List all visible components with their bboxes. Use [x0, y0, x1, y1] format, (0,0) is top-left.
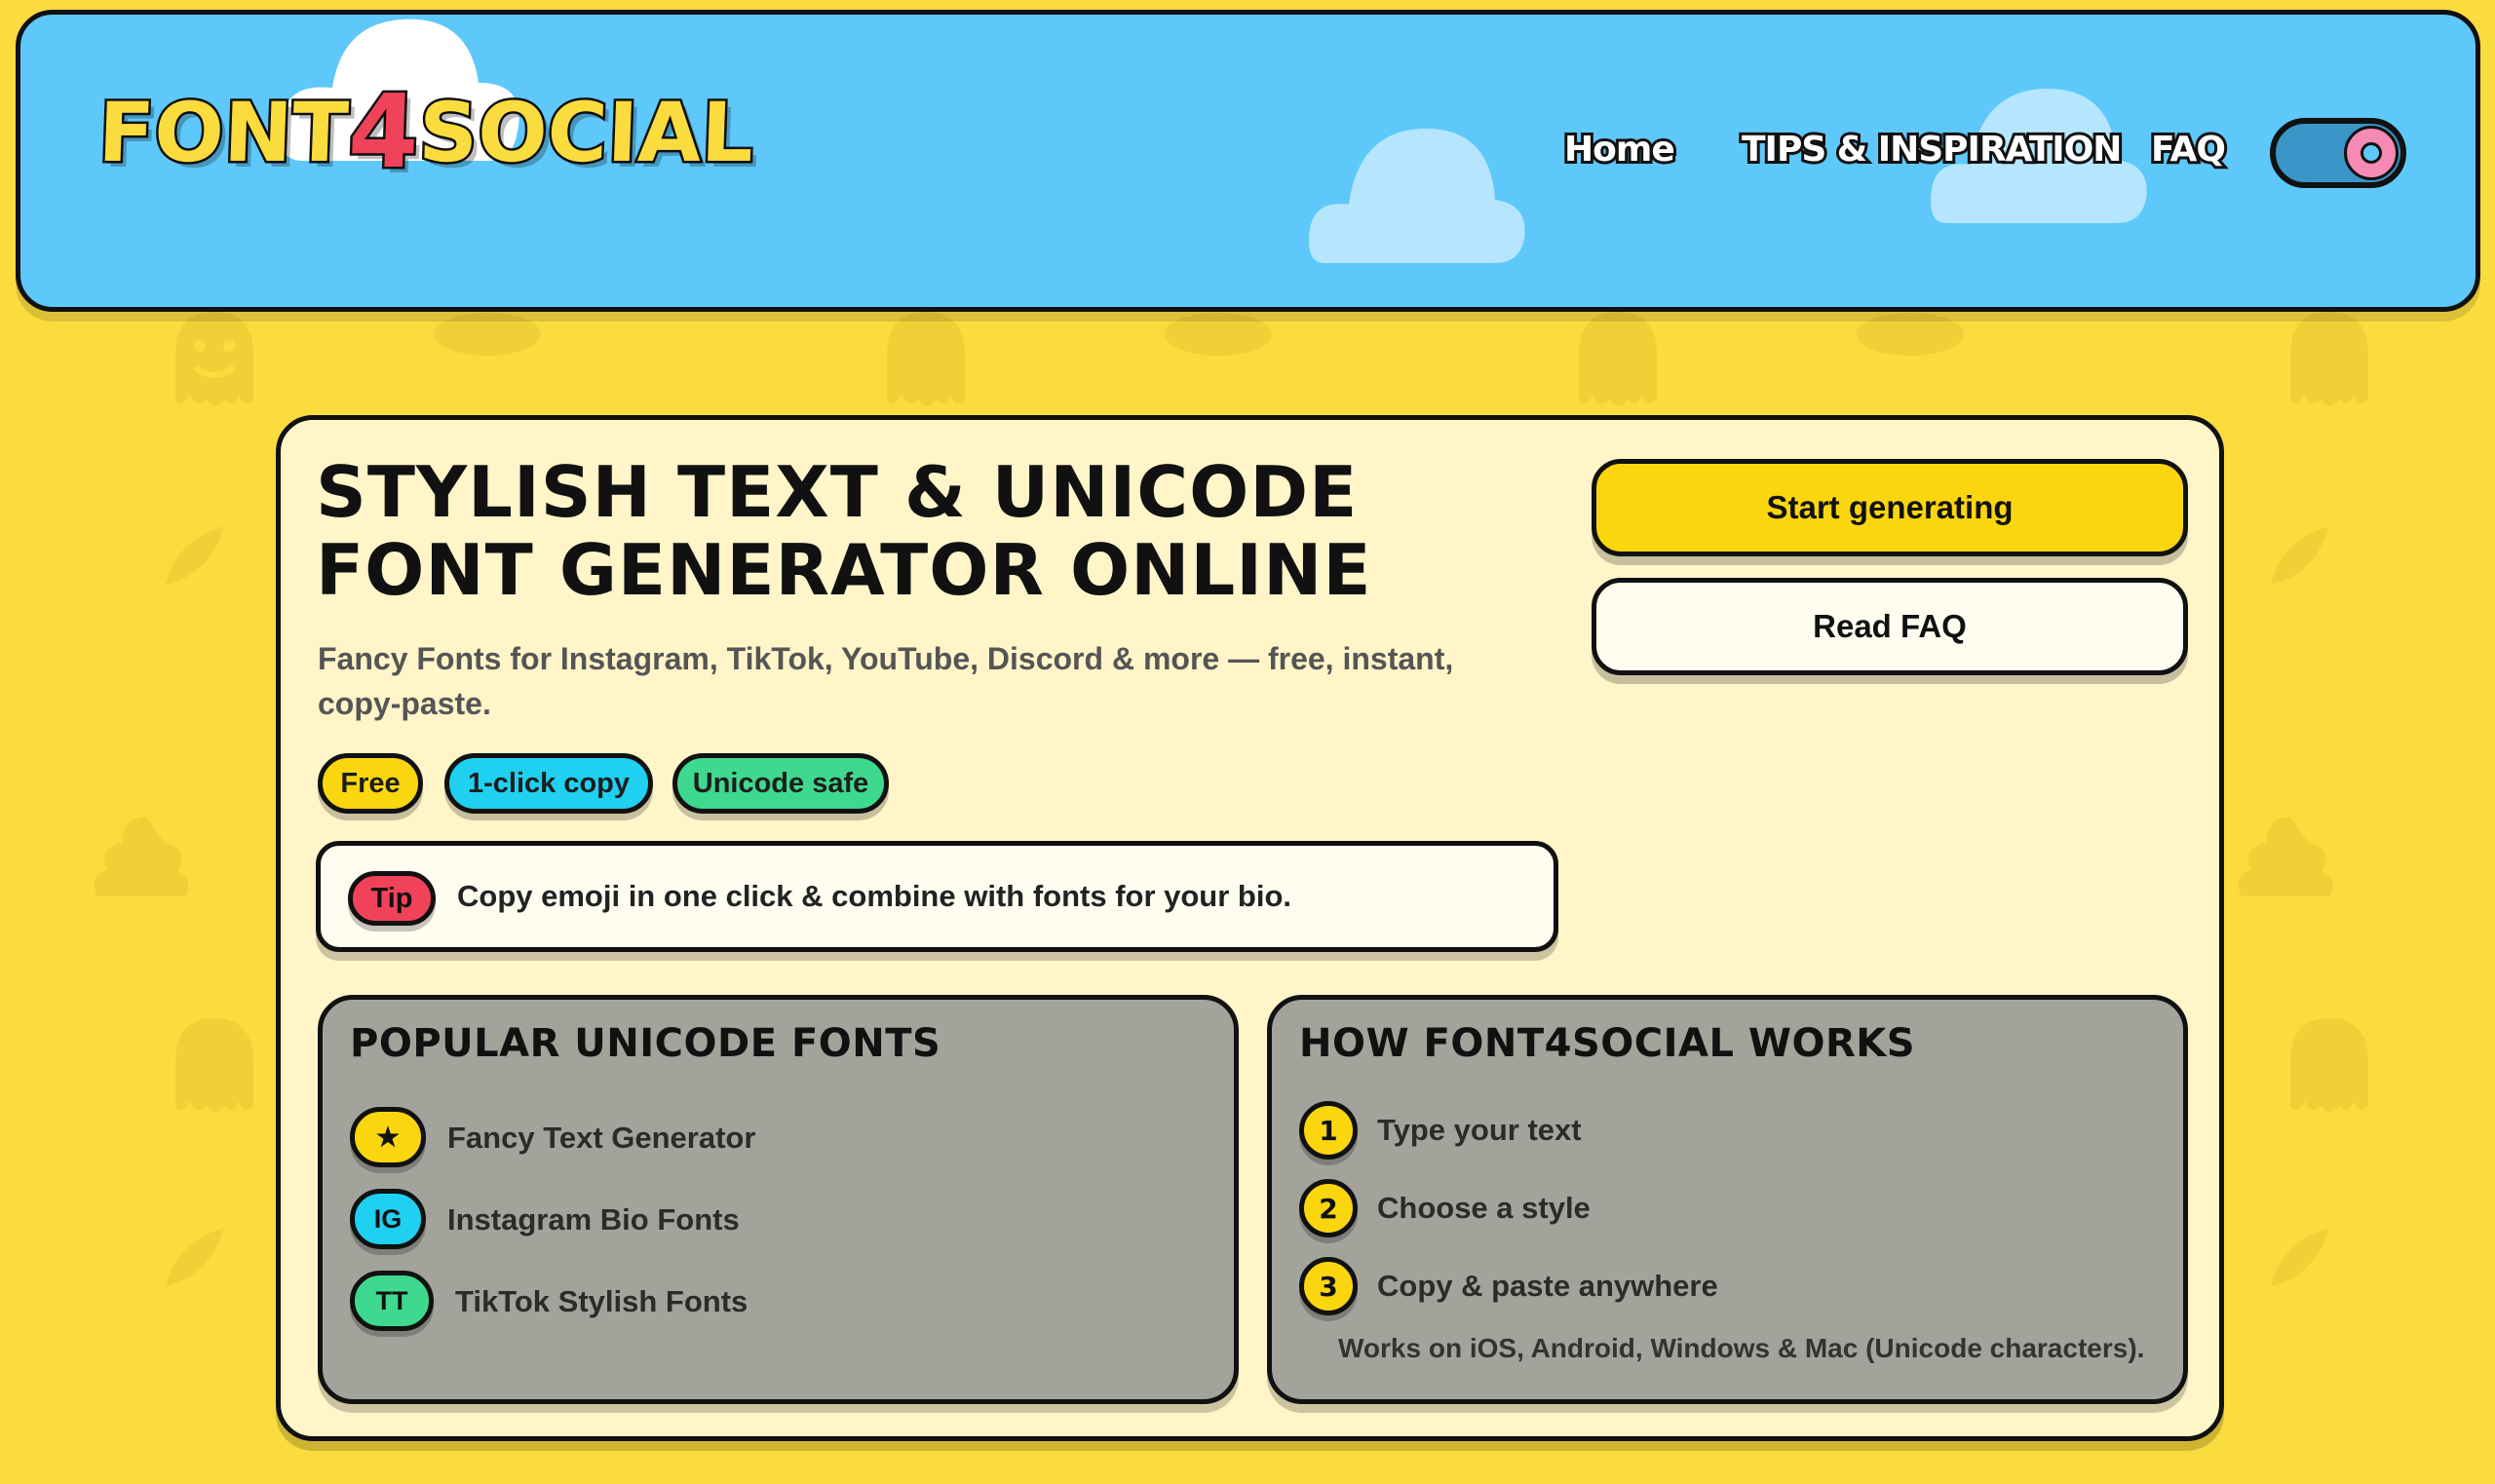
pill-one-click-copy: 1-click copy [444, 753, 653, 814]
tip-badge: Tip [348, 871, 436, 926]
tiktok-icon: TT [350, 1271, 434, 1331]
pill-unicode-safe: Unicode safe [672, 753, 889, 814]
nav-tips-inspiration[interactable]: TIPS & INSPIRATION [1739, 127, 2125, 172]
list-item[interactable]: ★ Fancy Text Generator [350, 1107, 1130, 1175]
hero-card: STYLISH TEXT & UNICODE FONT GENERATOR ON… [276, 415, 2224, 1441]
step-item: 2 Choose a style [1299, 1179, 2079, 1247]
instagram-icon: IG [350, 1189, 426, 1249]
rocket-doodle-icon [2246, 526, 2329, 609]
step-label: Copy & paste anywhere [1377, 1269, 1718, 1303]
tip-text: Copy emoji in one click & combine with f… [457, 879, 1292, 913]
list-item[interactable]: IG Instagram Bio Fonts [350, 1189, 1130, 1257]
read-faq-button[interactable]: Read FAQ [1592, 578, 2188, 675]
smiley-doodle-icon [175, 312, 253, 406]
step-label: Choose a style [1377, 1191, 1591, 1225]
nav-home[interactable]: Home [1561, 127, 1678, 172]
how-it-works-panel: HOW FONT4SOCIAL WORKS 1 Type your text 2… [1267, 995, 2188, 1404]
theme-toggle[interactable] [2270, 118, 2406, 188]
popular-fonts-title: POPULAR UNICODE FONTS [350, 1021, 941, 1066]
donut-icon [2344, 126, 2399, 180]
rocket-doodle-icon [141, 1228, 224, 1311]
smiley-doodle-icon [175, 1018, 253, 1113]
smiley-doodle-icon [2290, 312, 2368, 406]
site-logo[interactable]: FONT4SOCIAL [95, 70, 758, 194]
popular-fonts-panel: POPULAR UNICODE FONTS ★ Fancy Text Gener… [318, 995, 1239, 1404]
bean-doodle-icon [434, 313, 541, 356]
bean-doodle-icon [1165, 313, 1272, 356]
list-item[interactable]: TT TikTok Stylish Fonts [350, 1271, 1130, 1339]
compatibility-note: Works on iOS, Android, Windows & Mac (Un… [1338, 1333, 2145, 1363]
step-number: 3 [1299, 1257, 1358, 1315]
star-icon: ★ [350, 1107, 426, 1167]
logo-text-four: 4 [344, 70, 424, 194]
pill-free: Free [318, 753, 423, 814]
logo-text-font: FONT [95, 83, 353, 183]
cloud-icon [1309, 128, 1525, 263]
step-item: 1 Type your text [1299, 1101, 2079, 1169]
smiley-doodle-icon [1579, 312, 1657, 406]
smiley-doodle-icon [2290, 1018, 2368, 1113]
step-number: 2 [1299, 1179, 1358, 1237]
step-label: Type your text [1377, 1113, 1582, 1147]
tip-box: Tip Copy emoji in one click & combine wi… [316, 841, 1558, 952]
step-item: 3 Copy & paste anywhere [1299, 1257, 2079, 1325]
smiley-doodle-icon [887, 312, 965, 406]
start-generating-button[interactable]: Start generating [1592, 459, 2188, 556]
bean-doodle-icon [1857, 313, 1964, 356]
poop-doodle-icon [94, 817, 189, 896]
list-item-label[interactable]: Fancy Text Generator [447, 1121, 755, 1156]
rocket-doodle-icon [141, 526, 224, 609]
page-subtitle: Fancy Fonts for Instagram, TikTok, YouTu… [318, 641, 1454, 721]
step-number: 1 [1299, 1101, 1358, 1160]
page-title: STYLISH TEXT & UNICODE FONT GENERATOR ON… [316, 451, 1372, 611]
how-it-works-title: HOW FONT4SOCIAL WORKS [1299, 1021, 1916, 1066]
site-header: FONT4SOCIAL Home TIPS & INSPIRATION FAQ [16, 10, 2480, 312]
list-item-label[interactable]: TikTok Stylish Fonts [455, 1284, 748, 1319]
nav-faq[interactable]: FAQ [2148, 127, 2229, 172]
poop-doodle-icon [2238, 817, 2333, 896]
rocket-doodle-icon [2246, 1228, 2329, 1311]
logo-text-social: SOCIAL [415, 83, 758, 183]
list-item-label[interactable]: Instagram Bio Fonts [447, 1202, 740, 1237]
